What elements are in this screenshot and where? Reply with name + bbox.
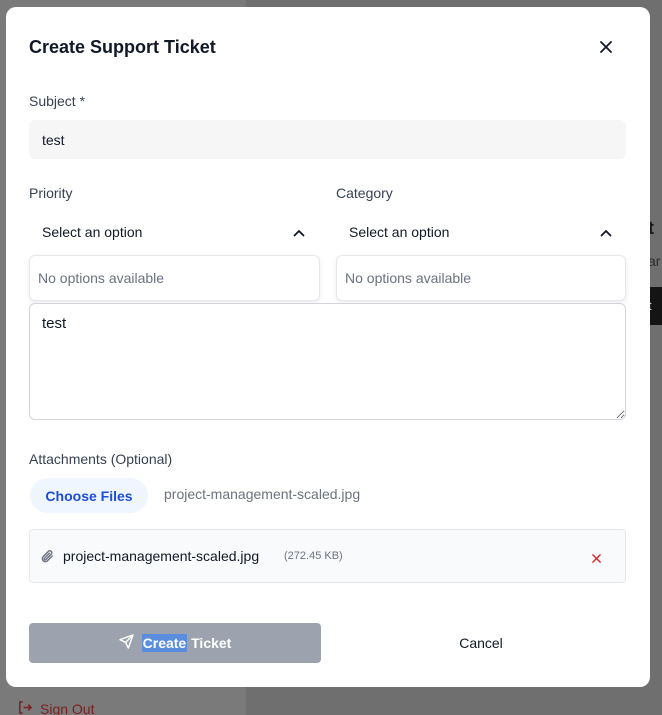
create-label-selected: Create [141,634,188,652]
chevron-up-icon [293,224,305,240]
chevron-up-icon [600,224,612,240]
modal-title: Create Support Ticket [29,37,216,57]
category-dropdown: No options available [336,255,626,301]
x-icon [592,550,601,567]
sign-out-label: Sign Out [40,701,95,715]
send-icon [118,634,134,652]
paperclip-icon [40,549,55,565]
subject-label: Subject * [29,93,86,109]
cancel-button[interactable]: Cancel [336,623,626,663]
attachment-file-name: project-management-scaled.jpg [63,548,260,564]
remove-attachment-button[interactable] [592,550,604,563]
category-empty-text: No options available [345,270,472,286]
attachment-item: project-management-scaled.jpg (272.45 KB… [29,529,626,583]
chosen-file-name: project-management-scaled.jpg [164,486,361,502]
choose-files-button[interactable]: Choose Files [30,478,148,513]
category-select[interactable]: Select an option [336,214,626,250]
priority-empty-text: No options available [38,270,165,286]
sign-out-link: Sign Out [17,700,94,715]
sign-out-icon [17,700,33,715]
category-label: Category [336,185,393,201]
priority-select[interactable]: Select an option [29,214,319,250]
create-ticket-button[interactable]: Create Ticket [29,623,321,663]
priority-label: Priority [29,185,73,201]
close-icon [600,40,612,58]
priority-selected-value: Select an option [42,224,143,240]
description-textarea[interactable]: test [29,303,626,420]
create-label-rest: Ticket [187,635,232,651]
category-selected-value: Select an option [349,224,450,240]
attachment-file-size: (272.45 KB) [284,550,343,562]
subject-input[interactable] [29,120,626,159]
attachments-label: Attachments (Optional) [29,451,173,467]
close-button[interactable] [594,39,618,59]
priority-dropdown: No options available [29,255,320,301]
create-ticket-label: Create Ticket [141,634,232,652]
create-ticket-modal: Create Support Ticket Subject * Priority… [6,7,650,687]
